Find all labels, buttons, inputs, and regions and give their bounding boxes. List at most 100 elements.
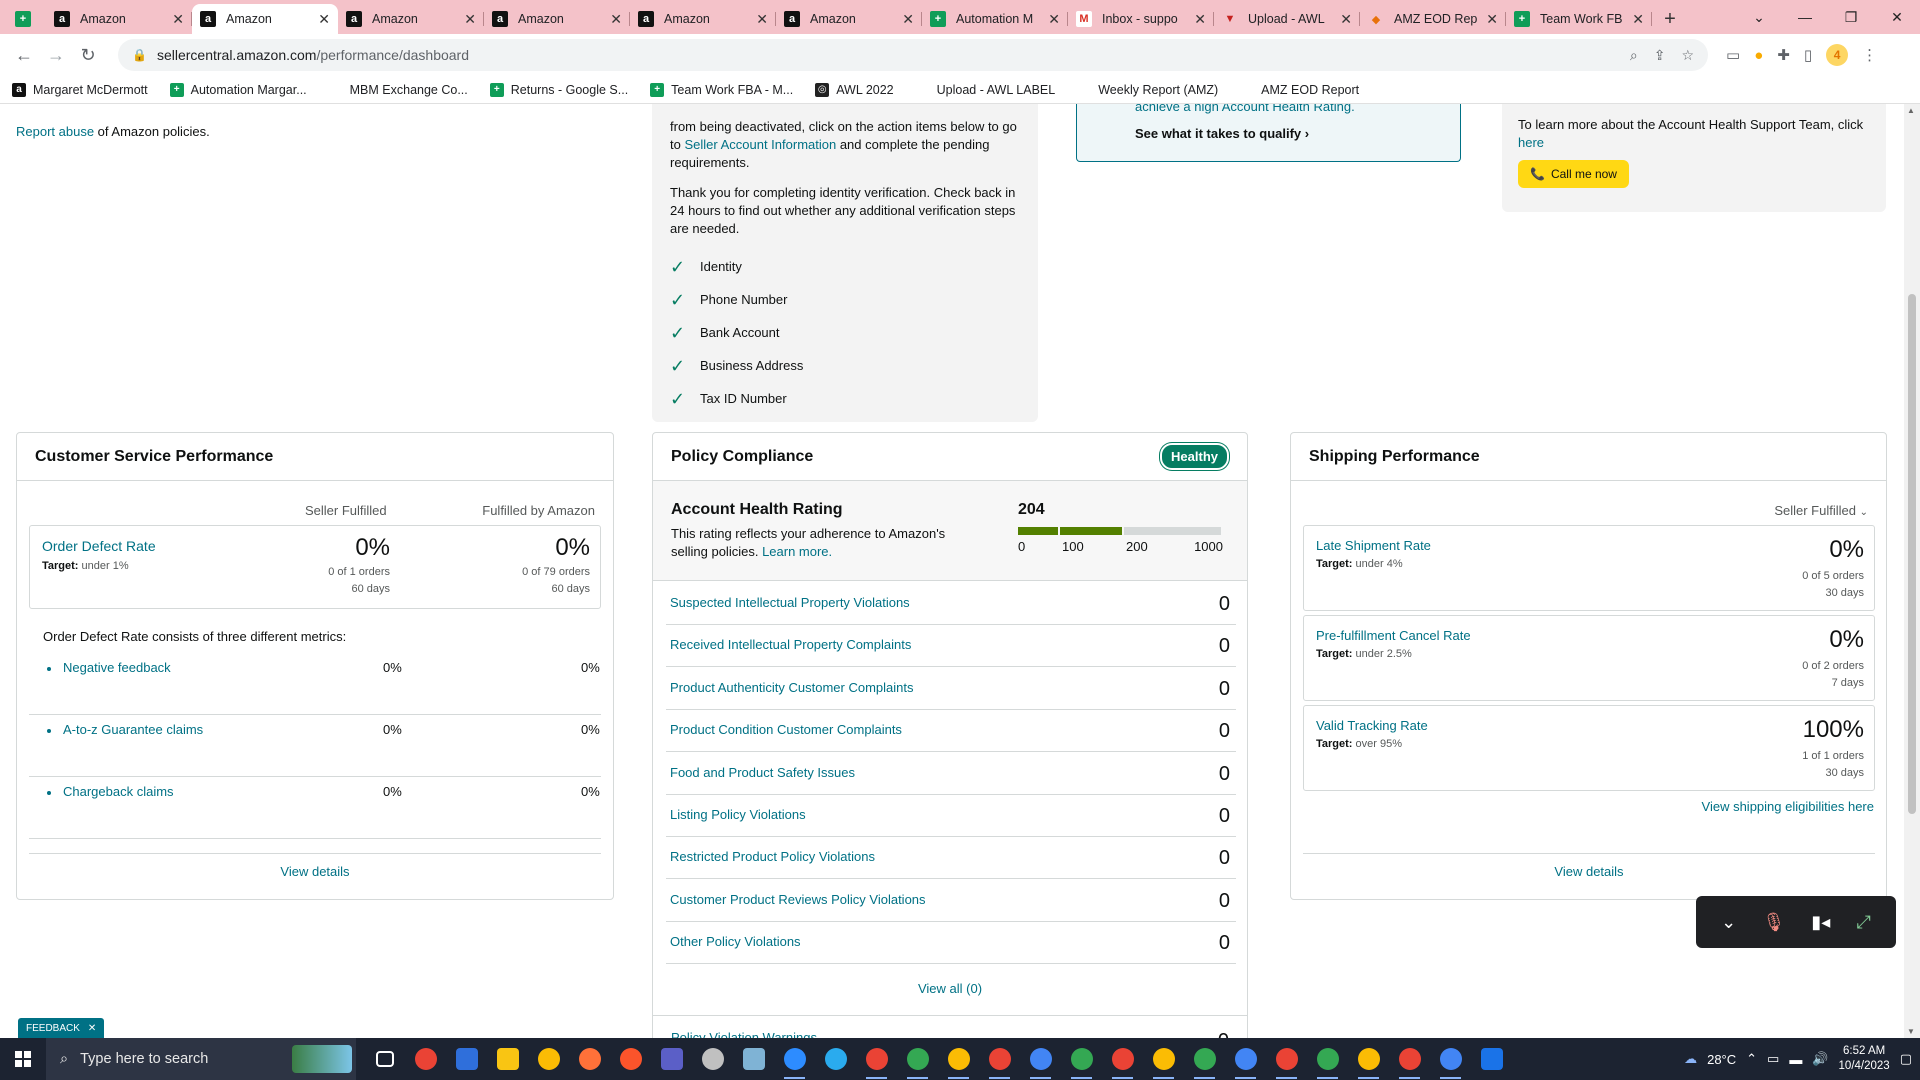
browser-tab[interactable]: a Amazon ✕ bbox=[630, 4, 776, 34]
scroll-down-icon[interactable]: ▼ bbox=[1907, 1027, 1915, 1036]
taskbar-app[interactable] bbox=[1184, 1038, 1225, 1080]
tab-close-icon[interactable]: ✕ bbox=[1340, 11, 1352, 28]
camera-icon[interactable]: ▮◂ bbox=[1811, 912, 1830, 933]
notification-icon[interactable]: ▢ bbox=[1900, 1051, 1912, 1067]
extensions-puzzle-icon[interactable]: ✚ bbox=[1777, 46, 1790, 64]
browser-tab[interactable]: + Automation M ✕ bbox=[922, 4, 1068, 34]
tab-close-icon[interactable]: ✕ bbox=[1048, 11, 1060, 28]
restore-icon[interactable]: ❐ bbox=[1828, 0, 1874, 34]
policy-link[interactable]: Food and Product Safety Issues bbox=[670, 765, 855, 780]
taskbar-app[interactable] bbox=[446, 1038, 487, 1080]
policy-link[interactable]: Listing Policy Violations bbox=[670, 807, 806, 822]
taskbar-app[interactable] bbox=[1430, 1038, 1471, 1080]
taskbar-app[interactable] bbox=[856, 1038, 897, 1080]
report-abuse-link[interactable]: Report abuse bbox=[16, 124, 94, 139]
tab-close-icon[interactable]: ✕ bbox=[464, 11, 476, 28]
policy-link[interactable]: Received Intellectual Property Complaint… bbox=[670, 637, 911, 652]
shipping-metric-link[interactable]: Late Shipment Rate bbox=[1316, 538, 1431, 553]
volume-icon[interactable]: 🔊 bbox=[1812, 1051, 1828, 1067]
popout-icon[interactable]: ⤢ bbox=[1857, 912, 1871, 933]
clock[interactable]: 6:52 AM 10/4/2023 bbox=[1839, 1044, 1890, 1074]
share-icon[interactable]: ⇪ bbox=[1654, 47, 1666, 64]
menu-kebab-icon[interactable]: ⋮ bbox=[1862, 46, 1877, 64]
taskbar-app[interactable] bbox=[897, 1038, 938, 1080]
browser-tab[interactable]: a Amazon ✕ bbox=[484, 4, 630, 34]
bookmark-star-icon[interactable]: ☆ bbox=[1681, 47, 1694, 64]
policy-link[interactable]: Product Condition Customer Complaints bbox=[670, 722, 902, 737]
taskbar-app[interactable] bbox=[569, 1038, 610, 1080]
tab-close-icon[interactable]: ✕ bbox=[610, 11, 622, 28]
mic-muted-icon[interactable]: 🎙 bbox=[1762, 912, 1785, 933]
order-defect-rate-link[interactable]: Order Defect Rate bbox=[42, 538, 156, 554]
chevron-down-icon[interactable]: ⌄ bbox=[1721, 912, 1736, 933]
taskbar-app[interactable] bbox=[1307, 1038, 1348, 1080]
scroll-up-icon[interactable]: ▲ bbox=[1907, 106, 1915, 115]
page-scrollbar[interactable]: ▲ ▼ bbox=[1904, 104, 1920, 1038]
policy-violation-warnings-link[interactable]: Policy Violation Warnings bbox=[671, 1030, 817, 1038]
tab-close-icon[interactable]: ✕ bbox=[172, 11, 184, 28]
browser-tab[interactable]: + Team Work FB ✕ bbox=[1506, 4, 1652, 34]
feedback-button[interactable]: FEEDBACK ✕ bbox=[18, 1018, 105, 1038]
sp-view-details-link[interactable]: View details bbox=[1554, 864, 1623, 879]
taskbar-app[interactable] bbox=[1348, 1038, 1389, 1080]
taskbar-app[interactable] bbox=[979, 1038, 1020, 1080]
taskbar-app[interactable] bbox=[1389, 1038, 1430, 1080]
policy-link[interactable]: Restricted Product Policy Violations bbox=[670, 849, 875, 864]
metric-link[interactable]: Chargeback claims bbox=[63, 784, 174, 799]
shipping-eligibilities-link[interactable]: View shipping eligibilities here bbox=[1702, 799, 1874, 814]
bookmark-item[interactable]: ◆ AMZ EOD Report bbox=[1240, 83, 1359, 97]
tab-close-icon[interactable]: ✕ bbox=[756, 11, 768, 28]
bookmark-item[interactable]: ◎ AWL 2022 bbox=[815, 82, 894, 97]
sheets-pinned-tab[interactable]: + bbox=[0, 4, 46, 34]
taskbar-app[interactable] bbox=[528, 1038, 569, 1080]
extension-circle-icon[interactable]: ● bbox=[1754, 47, 1763, 64]
browser-tab[interactable]: M Inbox - suppo ✕ bbox=[1068, 4, 1214, 34]
tab-close-icon[interactable]: ✕ bbox=[1486, 11, 1498, 28]
policy-link[interactable]: Suspected Intellectual Property Violatio… bbox=[670, 595, 910, 610]
taskbar-app[interactable] bbox=[1020, 1038, 1061, 1080]
policy-link[interactable]: Product Authenticity Customer Complaints bbox=[670, 680, 914, 695]
zoom-icon[interactable]: ⌕ bbox=[1630, 47, 1638, 64]
bookmark-item[interactable]: a Margaret McDermott bbox=[12, 82, 148, 97]
policy-link[interactable]: Other Policy Violations bbox=[670, 934, 801, 949]
taskbar-app[interactable] bbox=[487, 1038, 528, 1080]
browser-tab[interactable]: a Amazon ✕ bbox=[192, 4, 338, 34]
extension-off-icon[interactable]: ▭ bbox=[1726, 46, 1740, 64]
taskbar-app[interactable] bbox=[692, 1038, 733, 1080]
taskbar-app[interactable] bbox=[1225, 1038, 1266, 1080]
browser-tab[interactable]: a Amazon ✕ bbox=[338, 4, 484, 34]
reload-icon[interactable]: ↻ bbox=[72, 39, 104, 71]
address-bar[interactable]: 🔒 sellercentral.amazon.com/performance/d… bbox=[118, 39, 1708, 71]
network-icon[interactable]: ▭ bbox=[1767, 1051, 1779, 1067]
tab-close-icon[interactable]: ✕ bbox=[1632, 11, 1644, 28]
taskbar-app[interactable] bbox=[651, 1038, 692, 1080]
tab-close-icon[interactable]: ✕ bbox=[318, 11, 330, 28]
new-tab-button[interactable]: + bbox=[1652, 4, 1688, 34]
support-here-link[interactable]: here bbox=[1518, 135, 1544, 150]
start-button[interactable] bbox=[0, 1038, 46, 1080]
taskbar-app[interactable] bbox=[938, 1038, 979, 1080]
minimize-icon[interactable]: — bbox=[1782, 0, 1828, 34]
bookmark-item[interactable]: + Returns - Google S... bbox=[489, 82, 628, 97]
learn-more-link[interactable]: Learn more. bbox=[762, 544, 832, 559]
taskbar-app[interactable] bbox=[1266, 1038, 1307, 1080]
taskbar-app[interactable] bbox=[405, 1038, 446, 1080]
see-what-it-takes-link[interactable]: See what it takes to qualify › bbox=[1135, 126, 1460, 141]
taskbar-app[interactable] bbox=[610, 1038, 651, 1080]
tab-search-icon[interactable]: ⌄ bbox=[1736, 0, 1782, 34]
taskbar-app[interactable] bbox=[1102, 1038, 1143, 1080]
taskbar-app[interactable] bbox=[774, 1038, 815, 1080]
policy-link[interactable]: Customer Product Reviews Policy Violatio… bbox=[670, 892, 926, 907]
bookmark-item[interactable]: M MBM Exchange Co... bbox=[328, 82, 468, 97]
fulfillment-filter-dropdown[interactable]: Seller Fulfilled ⌄ bbox=[1774, 503, 1868, 518]
tab-close-icon[interactable]: ✕ bbox=[902, 11, 914, 28]
scrollbar-thumb[interactable] bbox=[1908, 294, 1916, 814]
taskbar-app[interactable] bbox=[1471, 1038, 1512, 1080]
close-icon[interactable]: ✕ bbox=[88, 1023, 96, 1034]
browser-tab[interactable]: ▼ Upload - AWL ✕ bbox=[1214, 4, 1360, 34]
browser-tab[interactable]: a Amazon ✕ bbox=[776, 4, 922, 34]
bookmark-item[interactable]: ◆ Weekly Report (AMZ) bbox=[1077, 83, 1218, 97]
shipping-metric-link[interactable]: Pre-fulfillment Cancel Rate bbox=[1316, 628, 1471, 643]
back-icon[interactable]: ← bbox=[8, 39, 40, 71]
bookmark-item[interactable]: ▼ Upload - AWL LABEL bbox=[916, 83, 1056, 97]
